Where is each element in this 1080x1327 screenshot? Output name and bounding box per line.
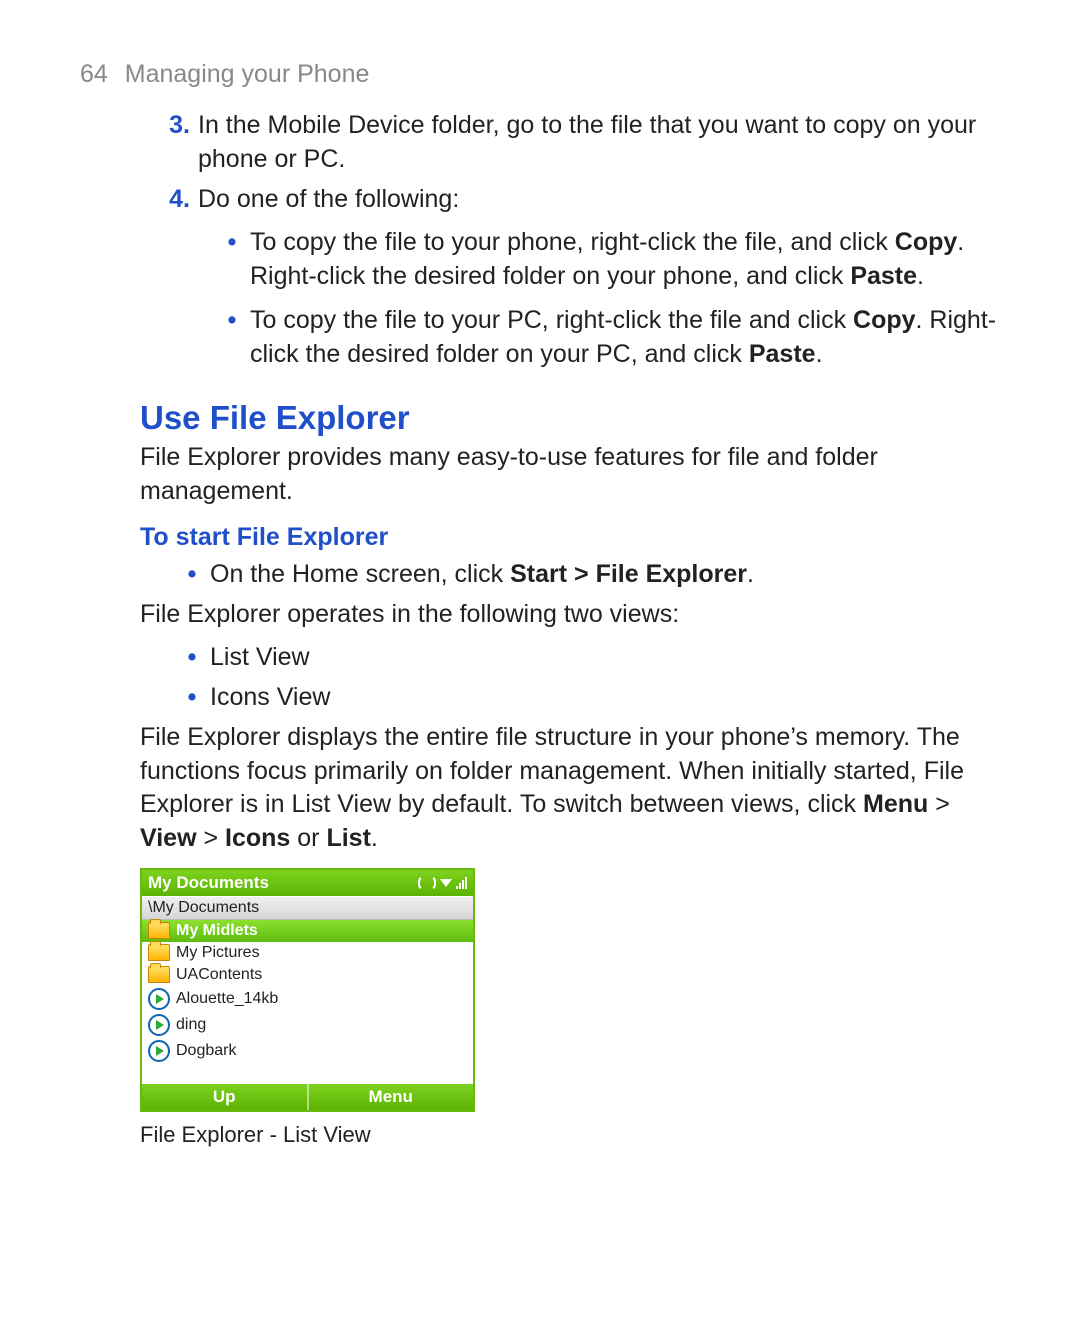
screenshot-caption: File Explorer - List View	[140, 1122, 1000, 1148]
manual-page: 64 Managing your Phone 3. In the Mobile …	[0, 0, 1080, 1228]
text: On the Home screen, click	[210, 560, 510, 588]
screenshot-file-explorer: My Documents \My Documents My MidletsMy …	[140, 868, 475, 1112]
bold-copy: Copy	[895, 228, 958, 256]
signal-icon	[456, 877, 467, 889]
media-icon	[148, 1040, 170, 1062]
subheading-to-start: To start File Explorer	[140, 523, 1000, 552]
folder-icon	[148, 966, 170, 983]
folder-icon	[148, 944, 170, 961]
screenshot-titlebar: My Documents	[142, 870, 473, 896]
text: .	[816, 340, 823, 368]
media-icon	[148, 988, 170, 1010]
paragraph: File Explorer displays the entire file s…	[140, 721, 1000, 856]
screenshot-list: My Midlets My Pictures UAContents Alouette_…	[142, 920, 473, 1064]
list-item-label: My Midlets	[176, 922, 258, 940]
page-header: 64 Managing your Phone	[80, 60, 1000, 89]
bullet-icon: •	[180, 558, 204, 592]
dropdown-icon	[440, 879, 452, 887]
softkey-up[interactable]: Up	[142, 1084, 307, 1110]
text: List View	[210, 641, 310, 675]
bold-icons: Icons	[225, 824, 290, 852]
step-4: 4. Do one of the following:	[160, 183, 1000, 217]
bold-view: View	[140, 824, 197, 852]
text: >	[928, 790, 957, 818]
heading-use-file-explorer: Use File Explorer	[140, 399, 1000, 437]
text: To copy the file to your phone, right-cl…	[250, 228, 895, 256]
bold-list: List	[326, 824, 370, 852]
text: To copy the file to your PC, right-click…	[250, 306, 853, 334]
list-item[interactable]: ding	[142, 1012, 473, 1038]
paragraph: File Explorer operates in the following …	[140, 598, 1000, 632]
bullet-icon: •	[180, 681, 204, 715]
screenshot-softkeys: Up Menu	[142, 1084, 473, 1110]
text: File Explorer displays the entire file s…	[140, 723, 971, 819]
list-item-label: Dogbark	[176, 1042, 236, 1060]
list-item-label: UAContents	[176, 966, 262, 984]
list-item-label: ding	[176, 1016, 206, 1034]
list-item[interactable]: My Midlets	[142, 920, 473, 942]
text: .	[747, 560, 754, 588]
list-item[interactable]: My Pictures	[142, 942, 473, 964]
bullet-icon: •	[180, 641, 204, 675]
folder-icon	[148, 922, 170, 939]
bold-paste: Paste	[850, 262, 917, 290]
step-4-bullet-2: • To copy the file to your PC, right-cli…	[220, 304, 1000, 372]
list-item[interactable]: Alouette_14kb	[142, 986, 473, 1012]
start-bullet: • On the Home screen, click Start > File…	[180, 558, 1000, 592]
sync-icon	[418, 875, 436, 891]
bold-paste: Paste	[749, 340, 816, 368]
list-item[interactable]: UAContents	[142, 964, 473, 986]
softkey-menu[interactable]: Menu	[309, 1084, 474, 1110]
text: Icons View	[210, 681, 330, 715]
text: >	[197, 824, 226, 852]
text: .	[917, 262, 924, 290]
bullet-icon: •	[220, 226, 244, 294]
step-text: In the Mobile Device folder, go to the f…	[198, 109, 1000, 177]
step-text: Do one of the following:	[198, 183, 1000, 217]
text: .	[371, 824, 378, 852]
step-number: 3.	[160, 109, 190, 177]
step-number: 4.	[160, 183, 190, 217]
text: or	[290, 824, 326, 852]
screenshot-title: My Documents	[148, 873, 269, 893]
bold-copy: Copy	[853, 306, 916, 334]
list-item-label: My Pictures	[176, 944, 260, 962]
paragraph: File Explorer provides many easy-to-use …	[140, 441, 1000, 509]
list-item-label: Alouette_14kb	[176, 990, 278, 1008]
step-3: 3. In the Mobile Device folder, go to th…	[160, 109, 1000, 177]
bold-menu: Menu	[863, 790, 928, 818]
media-icon	[148, 1014, 170, 1036]
page-number: 64	[80, 60, 108, 88]
list-item[interactable]: Dogbark	[142, 1038, 473, 1064]
bullet-icon: •	[220, 304, 244, 372]
step-4-bullet-1: • To copy the file to your phone, right-…	[220, 226, 1000, 294]
section-title: Managing your Phone	[125, 60, 370, 88]
view-bullet-list: • List View	[180, 641, 1000, 675]
screenshot-path: \My Documents	[142, 896, 473, 920]
bold-start-path: Start > File Explorer	[510, 560, 747, 588]
view-bullet-icons: • Icons View	[180, 681, 1000, 715]
